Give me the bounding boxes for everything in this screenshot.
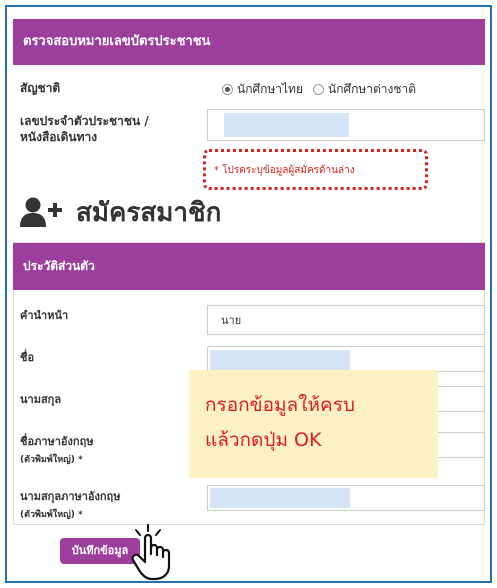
- instruction-callout: กรอกข้อมูลให้ครบ แล้วกดปุ่ม OK: [189, 370, 438, 478]
- verify-id-header: ตรวจสอบหมายเลขบัตรประชาชน: [13, 19, 485, 65]
- lastname-en-input-value-mask: [210, 488, 350, 508]
- lastname-en-hint: (ตัวพิมพ์ใหญ่) *: [20, 510, 83, 520]
- lastname-en-label-text: นามสกุลภาษาอังกฤษ: [20, 490, 121, 503]
- id-number-label: เลขประจำตัวประชาชน / หนังสือเดินทาง: [20, 113, 149, 145]
- nationality-radio-group: นักศึกษาไทย นักศึกษาต่างชาติ: [222, 80, 416, 99]
- user-plus-icon: [20, 197, 62, 227]
- nationality-label: สัญชาติ: [20, 81, 61, 95]
- id-number-label-line1: เลขประจำตัวประชาชน /: [20, 114, 149, 128]
- firstname-en-label: ชื่อภาษาอังกฤษ (ตัวพิมพ์ใหญ่) *: [20, 434, 93, 468]
- required-note: * โปรดระบุข้อมูลผู้สมัครด้านล่าง: [214, 165, 355, 176]
- personal-info-header: ประวัติส่วนตัว: [13, 243, 485, 290]
- id-number-label-line2: หนังสือเดินทาง: [20, 130, 98, 144]
- register-title: สมัครสมาชิก: [20, 192, 221, 232]
- radio-thai-student[interactable]: [222, 84, 233, 95]
- firstname-input-value-mask: [210, 350, 350, 370]
- firstname-label: ชื่อ: [20, 351, 35, 364]
- lastname-label: นามสกุล: [20, 393, 62, 406]
- register-title-text: สมัครสมาชิก: [76, 197, 222, 228]
- radio-foreign-student[interactable]: [312, 84, 324, 95]
- hand-pointer-icon: [131, 524, 171, 581]
- callout-line-1: กรอกข้อมูลให้ครบ: [205, 394, 355, 416]
- radio-foreign-student-label: นักศึกษาต่างชาติ: [327, 82, 417, 96]
- prefix-select[interactable]: นาย: [207, 305, 485, 335]
- callout-line-2: แล้วกดปุ่ม OK: [205, 429, 322, 451]
- lastname-en-label: นามสกุลภาษาอังกฤษ (ตัวพิมพ์ใหญ่) *: [20, 489, 120, 523]
- radio-thai-student-label: นักศึกษาไทย: [237, 82, 303, 96]
- firstname-en-label-text: ชื่อภาษาอังกฤษ: [20, 435, 94, 448]
- prefix-label: คำนำหน้า: [20, 309, 69, 322]
- firstname-en-hint: (ตัวพิมพ์ใหญ่) *: [20, 455, 83, 465]
- id-number-input-value-mask: [224, 113, 349, 137]
